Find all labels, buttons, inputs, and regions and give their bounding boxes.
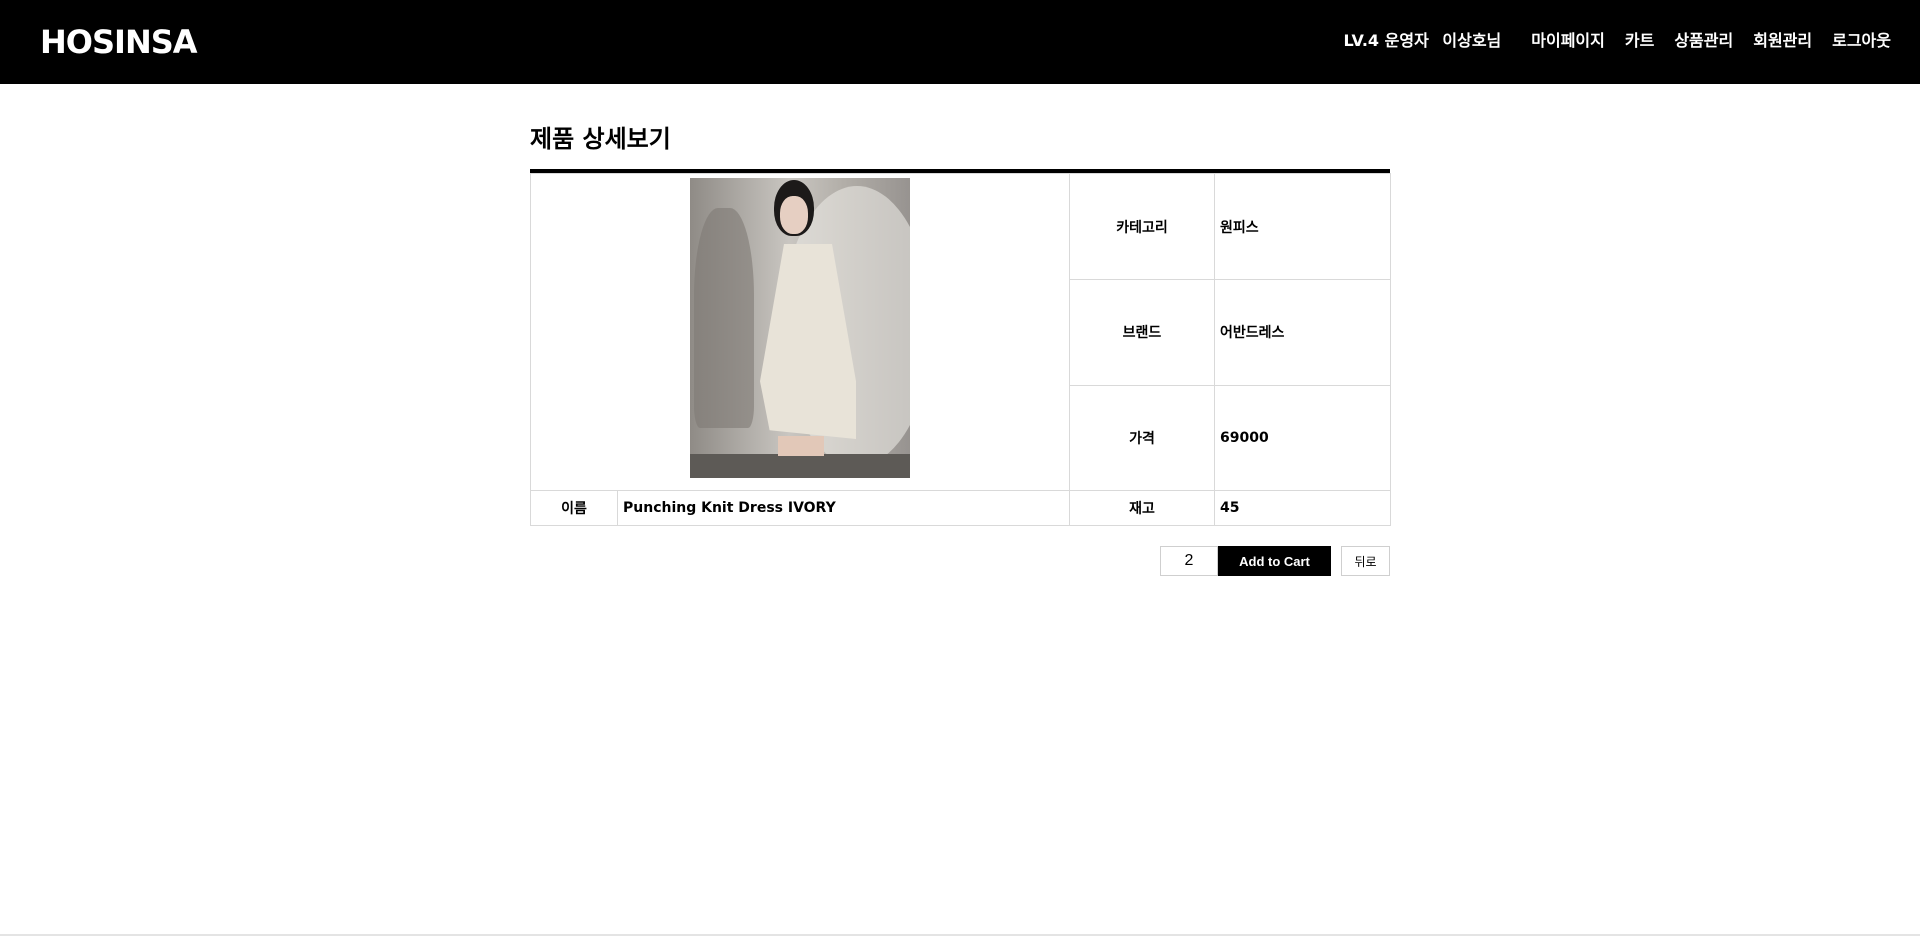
user-level: LV.4 운영자 — [1343, 31, 1429, 50]
nav-mypage-link[interactable]: 마이페이지 — [1531, 29, 1605, 53]
cart-actions: Add to Cart 뒤로 — [530, 546, 1390, 576]
nav-member-admin-link[interactable]: 회원관리 — [1753, 29, 1812, 53]
nav-product-admin-link[interactable]: 상품관리 — [1674, 29, 1733, 53]
main-content: 제품 상세보기 카테고리 원피스 브랜드 어반드레스 가격 69000 이름 P… — [530, 84, 1391, 576]
name-value: Punching Knit Dress IVORY — [617, 490, 1070, 526]
quantity-input[interactable] — [1160, 546, 1218, 576]
photo-floor — [690, 454, 910, 478]
user-info: LV.4 운영자 이상호님 — [1344, 29, 1502, 53]
product-detail-table: 카테고리 원피스 브랜드 어반드레스 가격 69000 이름 Punching … — [530, 172, 1391, 526]
user-name: 이상호님 — [1442, 31, 1502, 50]
price-value: 69000 — [1214, 384, 1391, 492]
photo-model-legs — [778, 436, 824, 456]
page-title: 제품 상세보기 — [530, 125, 671, 153]
header-nav: LV.4 운영자 이상호님 마이페이지 카트 상품관리 회원관리 로그아웃 — [1344, 29, 1891, 53]
nav-cart-link[interactable]: 카트 — [1625, 29, 1654, 53]
stock-label: 재고 — [1069, 490, 1215, 526]
price-label: 가격 — [1069, 384, 1215, 492]
category-label: 카테고리 — [1069, 172, 1215, 281]
category-value: 원피스 — [1214, 172, 1391, 281]
back-button[interactable]: 뒤로 — [1341, 546, 1390, 576]
name-label: 이름 — [530, 490, 618, 526]
photo-model-face — [780, 196, 808, 234]
stock-value: 45 — [1214, 490, 1391, 526]
brand-label: 브랜드 — [1069, 279, 1215, 386]
nav-logout-link[interactable]: 로그아웃 — [1832, 29, 1891, 53]
brand-value: 어반드레스 — [1214, 279, 1391, 386]
product-image[interactable] — [690, 178, 910, 478]
photo-shadow — [694, 208, 754, 428]
product-image-cell — [530, 173, 1070, 491]
top-navigation-bar: HOSINSA LV.4 운영자 이상호님 마이페이지 카트 상품관리 회원관리… — [0, 0, 1920, 84]
site-logo[interactable]: HOSINSA — [40, 22, 198, 62]
add-to-cart-button[interactable]: Add to Cart — [1218, 546, 1331, 576]
